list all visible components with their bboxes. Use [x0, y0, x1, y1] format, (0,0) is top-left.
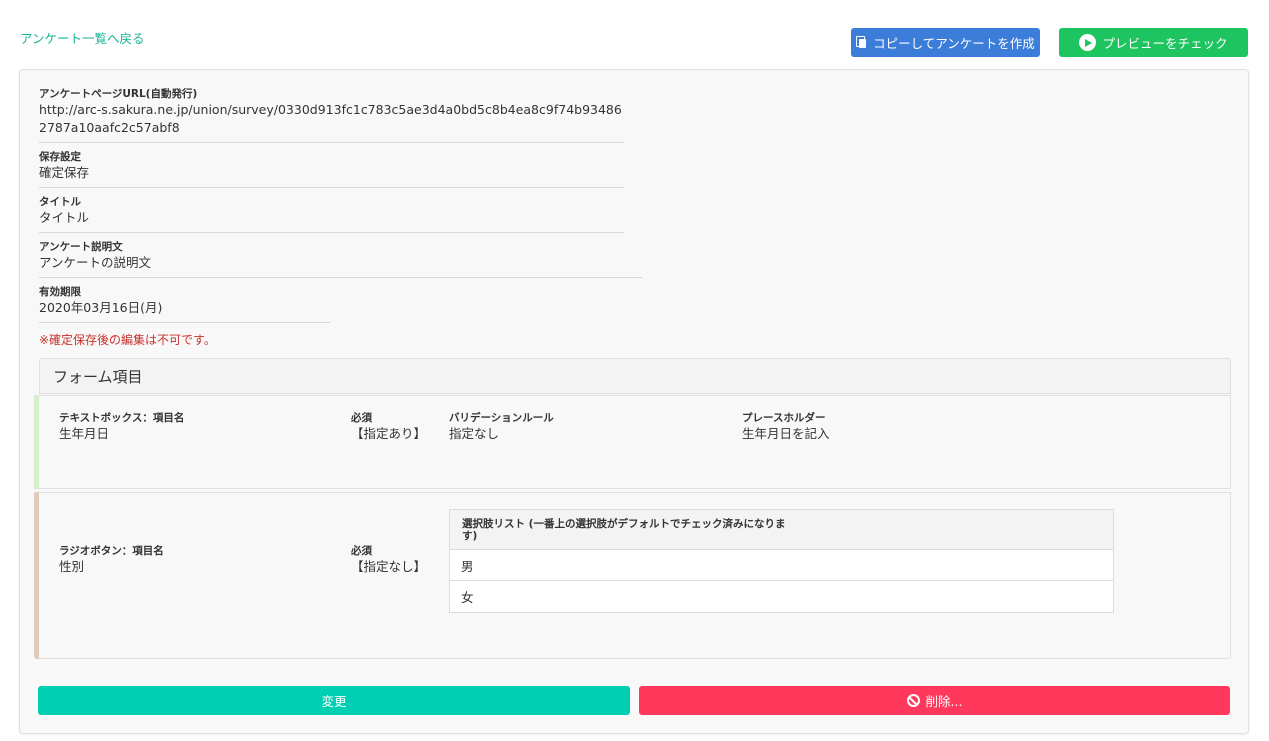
- copy-icon: [856, 36, 867, 49]
- item-name-column: ラジオボタン：項目名 性別: [59, 544, 164, 576]
- preview-label: プレビューをチェック: [1102, 36, 1228, 51]
- ban-icon: [906, 694, 920, 707]
- item-accent-bar: [34, 395, 39, 489]
- item-type-label: テキストボックス：項目名: [59, 412, 185, 424]
- description-value: アンケートの説明文: [39, 255, 152, 270]
- save-setting-label: 保存設定: [39, 151, 81, 163]
- item-placeholder-column: プレースホルダー 生年月日を記入: [742, 411, 830, 443]
- copy-create-label: コピーしてアンケートを作成: [873, 36, 1035, 51]
- item-name-value: 性別: [59, 559, 85, 574]
- required-label: 必須: [351, 412, 372, 424]
- form-item-textbox: テキストボックス：項目名 生年月日 必須 【指定あり】 バリデーションルール 指…: [34, 395, 1231, 489]
- save-setting-field: 保存設定 確定保存: [39, 150, 624, 188]
- delete-button[interactable]: 削除...: [639, 686, 1230, 715]
- placeholder-value: 生年月日を記入: [742, 426, 830, 441]
- expiry-label: 有効期限: [39, 286, 81, 298]
- url-label: アンケートページURL(自動発行): [39, 88, 198, 100]
- item-validation-column: バリデーションルール 指定なし: [449, 411, 554, 443]
- required-value: 【指定なし】: [351, 559, 427, 574]
- change-button[interactable]: 変更: [38, 686, 630, 715]
- survey-detail-panel: アンケートページURL(自動発行) http://arc-s.sakura.ne…: [19, 69, 1249, 734]
- form-item-radio: ラジオボタン：項目名 性別 必須 【指定なし】 選択肢リスト (一番上の選択肢が…: [34, 492, 1231, 659]
- url-value[interactable]: http://arc-s.sakura.ne.jp/union/survey/0…: [39, 101, 624, 137]
- required-value: 【指定あり】: [351, 426, 427, 441]
- required-label: 必須: [351, 545, 372, 557]
- delete-label: 削除...: [925, 694, 963, 709]
- choices-table: 選択肢リスト (一番上の選択肢がデフォルトでチェック済みになります) 男 女: [449, 509, 1114, 613]
- choice-row: 女: [450, 581, 1113, 612]
- preview-button[interactable]: プレビューをチェック: [1059, 28, 1248, 57]
- save-setting-value: 確定保存: [39, 165, 90, 180]
- title-field: タイトル タイトル: [39, 195, 624, 233]
- description-field: アンケート説明文 アンケートの説明文: [39, 240, 642, 278]
- title-label: タイトル: [39, 196, 81, 208]
- description-label: アンケート説明文: [39, 241, 123, 253]
- title-value: タイトル: [39, 210, 90, 225]
- choice-row: 男: [450, 550, 1113, 581]
- choice-label: 男: [461, 558, 474, 574]
- item-name-column: テキストボックス：項目名 生年月日: [59, 411, 184, 443]
- expiry-value: 2020年03月16日(月): [39, 300, 163, 315]
- form-items-header: フォーム項目: [39, 358, 1231, 394]
- copy-create-button[interactable]: コピーしてアンケートを作成: [851, 28, 1040, 57]
- choices-header-label: 選択肢リスト (一番上の選択肢がデフォルトでチェック済みになります): [462, 518, 786, 542]
- back-to-list-link[interactable]: アンケート一覧へ戻る: [20, 28, 145, 47]
- edit-warning: ※確定保存後の編集は不可です。: [39, 333, 216, 347]
- choice-label: 女: [461, 590, 474, 605]
- item-name-value: 生年月日: [59, 426, 110, 441]
- validation-value: 指定なし: [449, 426, 500, 441]
- item-required-column: 必須 【指定あり】: [351, 411, 426, 443]
- choices-header: 選択肢リスト (一番上の選択肢がデフォルトでチェック済みになります): [450, 510, 1113, 550]
- item-type-label: ラジオボタン：項目名: [59, 545, 164, 557]
- form-items-title: フォーム項目: [53, 367, 143, 386]
- item-required-column: 必須 【指定なし】: [351, 544, 426, 576]
- change-label: 変更: [321, 694, 347, 709]
- expiry-field: 有効期限 2020年03月16日(月): [39, 285, 330, 323]
- validation-label: バリデーションルール: [449, 412, 554, 424]
- url-field: アンケートページURL(自動発行) http://arc-s.sakura.ne…: [39, 87, 624, 143]
- placeholder-label: プレースホルダー: [742, 412, 826, 424]
- item-accent-bar: [34, 492, 39, 659]
- play-circle-icon: [1079, 34, 1097, 51]
